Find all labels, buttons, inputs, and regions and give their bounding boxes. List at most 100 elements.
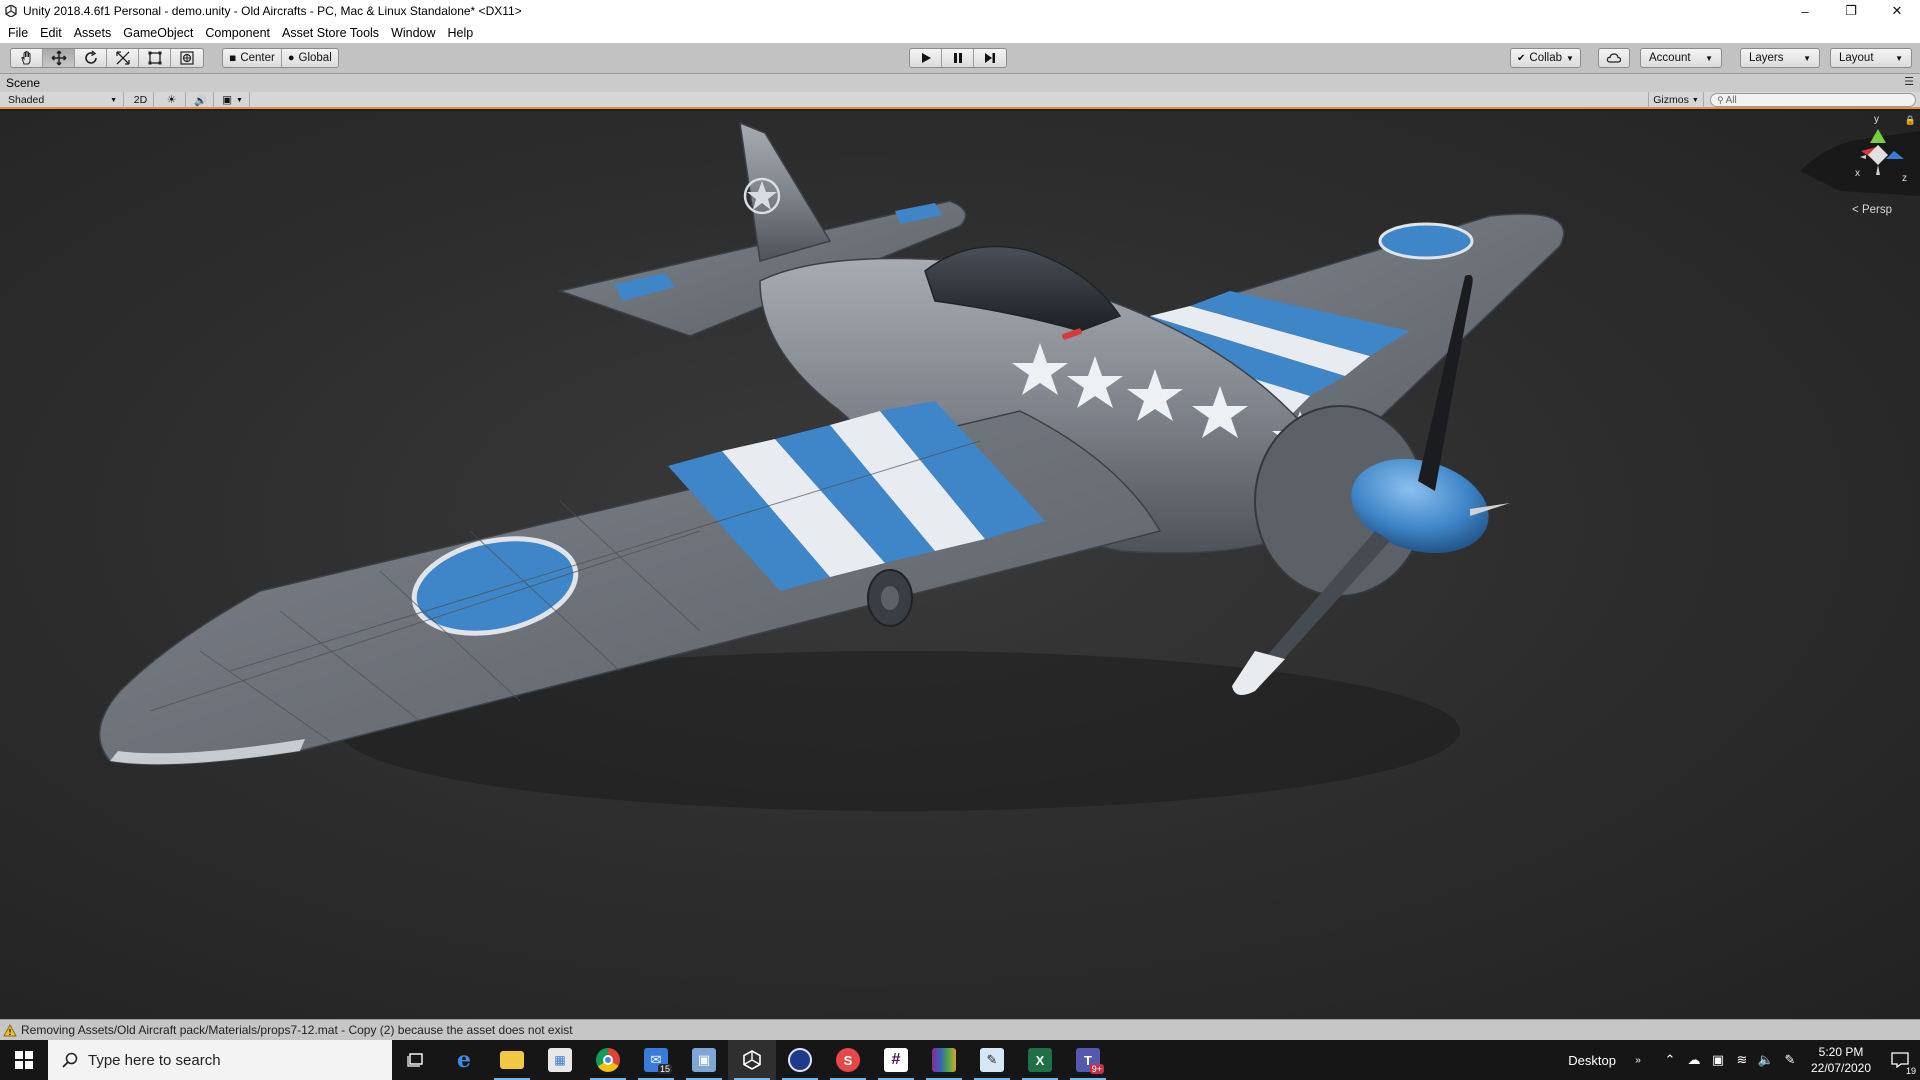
unity-icon[interactable] xyxy=(728,1040,776,1080)
status-bar[interactable]: Removing Assets/Old Aircraft pack/Materi… xyxy=(0,1019,1920,1040)
pause-button[interactable] xyxy=(942,49,974,67)
excel-icon[interactable]: X xyxy=(1016,1040,1064,1080)
network-activity-icon[interactable]: ☁ xyxy=(1682,1040,1706,1080)
play-icon xyxy=(921,53,931,63)
step-icon xyxy=(985,53,995,63)
transform-tool-icon[interactable] xyxy=(171,49,203,67)
chevron-up-icon[interactable]: ⌃ xyxy=(1658,1040,1682,1080)
gizmos-label: Gizmos xyxy=(1653,94,1689,106)
scale-tool-icon[interactable] xyxy=(107,49,139,67)
sun-icon: ☀ xyxy=(166,94,177,106)
menu-edit[interactable]: Edit xyxy=(36,26,66,40)
far-wing-roundel xyxy=(1378,222,1474,260)
audio-toggle[interactable]: 🔊 xyxy=(188,92,214,108)
dropdown-arrow-icon: ▼ xyxy=(1705,53,1713,63)
desktop-toolbar-label[interactable]: Desktop xyxy=(1568,1053,1616,1068)
search-icon: ⚲ xyxy=(1717,94,1724,105)
move-tool-icon[interactable] xyxy=(43,49,75,67)
collab-dropdown[interactable]: ✔ Collab ▼ xyxy=(1510,48,1581,68)
taskbar-search-input[interactable]: Type here to search xyxy=(48,1040,392,1080)
mode-2d-label: 2D xyxy=(133,94,148,106)
scene-search-input[interactable]: ⚲ All xyxy=(1710,93,1916,107)
menu-gameobject[interactable]: GameObject xyxy=(119,26,197,40)
search-icon xyxy=(62,1052,78,1068)
layout-label: Layout xyxy=(1839,52,1874,64)
scene-tab-header: Scene ☰ xyxy=(0,74,1920,92)
layers-dropdown[interactable]: Layers ▼ xyxy=(1740,48,1820,68)
dropdown-arrow-icon: ▼ xyxy=(235,96,243,104)
chrome-icon[interactable] xyxy=(584,1040,632,1080)
layout-dropdown[interactable]: Layout ▼ xyxy=(1830,48,1912,68)
dropdown-arrow-icon: ▼ xyxy=(1803,53,1811,63)
dropdown-arrow-icon: ▼ xyxy=(1691,96,1699,104)
shading-mode-dropdown[interactable]: Shaded ▼ xyxy=(0,92,124,108)
effects-dropdown[interactable]: ▣ ▼ xyxy=(216,92,250,108)
minimize-icon[interactable]: – xyxy=(1782,0,1828,22)
play-button[interactable] xyxy=(910,49,942,67)
landing-gear-hub xyxy=(881,586,899,610)
menu-help[interactable]: Help xyxy=(444,26,478,40)
account-dropdown[interactable]: Account ▼ xyxy=(1640,48,1722,68)
close-icon[interactable]: ✕ xyxy=(1874,0,1920,22)
tab-scene[interactable]: Scene xyxy=(6,76,40,90)
collab-label: Collab xyxy=(1529,52,1562,64)
store-icon[interactable]: ▦ xyxy=(536,1040,584,1080)
tab-menu-icon[interactable]: ☰ xyxy=(1904,75,1914,88)
volume-icon[interactable]: 🔈 xyxy=(1754,1040,1778,1080)
menu-component[interactable]: Component xyxy=(201,26,274,40)
cloud-button[interactable] xyxy=(1598,48,1630,68)
scene-viewport[interactable]: y x z 🔒 < Persp xyxy=(0,111,1920,1019)
remote-desktop-icon[interactable]: ▣ xyxy=(680,1040,728,1080)
gizmo-axis-z: z xyxy=(1902,173,1907,184)
step-button[interactable] xyxy=(974,49,1006,67)
playmode-controls xyxy=(909,48,1007,68)
cinema4d-icon[interactable] xyxy=(776,1040,824,1080)
pivot-center-button[interactable]: ◾ Center xyxy=(223,49,282,67)
clock[interactable]: 5:20 PM 22/07/2020 xyxy=(1802,1044,1880,1076)
scene-orientation-gizmo[interactable]: y x z 🔒 xyxy=(1780,111,1920,216)
image-effects-icon: ▣ xyxy=(222,94,232,106)
warning-icon xyxy=(3,1023,17,1036)
title-bar: Unity 2018.4.6f1 Personal - demo.unity -… xyxy=(0,0,1920,22)
pen-icon[interactable]: ✎ xyxy=(1778,1040,1802,1080)
task-view-icon[interactable] xyxy=(392,1040,440,1080)
start-button[interactable] xyxy=(0,1040,48,1080)
gizmos-dropdown[interactable]: Gizmos ▼ xyxy=(1648,92,1704,108)
wifi-icon[interactable]: ≋ xyxy=(1730,1040,1754,1080)
lighting-toggle[interactable]: ☀ xyxy=(158,92,186,108)
pivot-toggles: ◾ Center ● Global xyxy=(222,48,339,68)
scene-toolbar: Shaded ▼ 2D ☀ 🔊 ▣ ▼ Gizmos ▼ ⚲ All xyxy=(0,92,1920,109)
chevron-right-icon[interactable]: » xyxy=(1626,1040,1650,1080)
edge-icon[interactable]: e xyxy=(440,1040,488,1080)
teams-icon[interactable]: T 9+ xyxy=(1064,1040,1112,1080)
hand-tool-icon[interactable] xyxy=(11,49,43,67)
slack-icon[interactable]: # xyxy=(872,1040,920,1080)
menu-asset-store-tools[interactable]: Asset Store Tools xyxy=(278,26,383,40)
pivot-icon: ◾ xyxy=(229,52,237,64)
file-explorer-icon[interactable] xyxy=(488,1040,536,1080)
aircraft-model xyxy=(98,121,1565,811)
window-title: Unity 2018.4.6f1 Personal - demo.unity -… xyxy=(23,4,522,18)
account-label: Account xyxy=(1649,52,1691,64)
account-button-inner: Account ▼ xyxy=(1641,49,1721,67)
paint-icon[interactable]: ✎ xyxy=(968,1040,1016,1080)
substance-icon[interactable]: S xyxy=(824,1040,872,1080)
gizmo-axis-x: x xyxy=(1855,168,1860,179)
toggle-2d-button[interactable]: 2D xyxy=(128,92,154,108)
rotate-tool-icon[interactable] xyxy=(75,49,107,67)
lock-icon[interactable]: 🔒 xyxy=(1905,115,1916,126)
notification-center-icon[interactable]: 19 xyxy=(1880,1040,1920,1080)
status-message: Removing Assets/Old Aircraft pack/Materi… xyxy=(21,1023,573,1037)
battery-icon[interactable]: ▣ xyxy=(1706,1040,1730,1080)
menu-assets[interactable]: Assets xyxy=(70,26,116,40)
restore-icon[interactable]: ❐ xyxy=(1828,0,1874,22)
winrar-icon[interactable] xyxy=(920,1040,968,1080)
space-global-button[interactable]: ● Global xyxy=(282,49,338,67)
unity-logo-icon xyxy=(3,3,19,19)
menu-file[interactable]: File xyxy=(4,26,32,40)
rect-tool-icon[interactable] xyxy=(139,49,171,67)
projection-label[interactable]: < Persp xyxy=(1852,204,1892,216)
mail-icon[interactable]: ✉ 15 xyxy=(632,1040,680,1080)
menu-window[interactable]: Window xyxy=(387,26,439,40)
gizmo-axis-y: y xyxy=(1874,114,1879,125)
